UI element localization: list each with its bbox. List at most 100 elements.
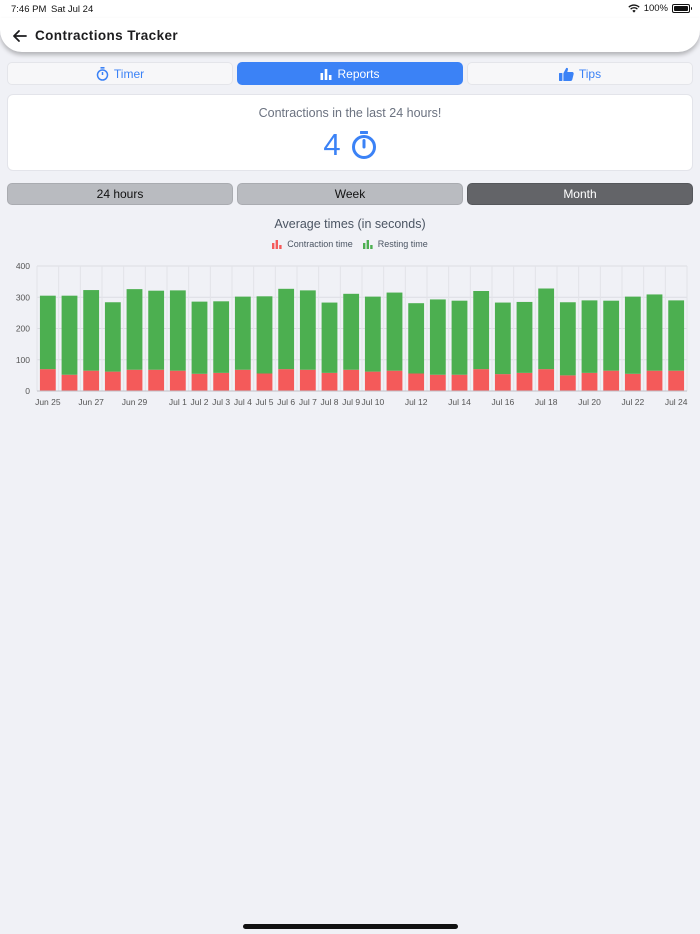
bar-contraction-jul-15: [473, 369, 490, 391]
bar-resting-jul-6: [278, 288, 295, 370]
bar-chart-icon: [362, 239, 373, 249]
bar-contraction-jul-4: [234, 369, 251, 391]
contraction-count: 4: [323, 127, 341, 162]
status-time: 7:46 PM: [11, 4, 47, 15]
bar-contraction-jul-24: [668, 370, 685, 391]
x-tick-label: Jul 24: [665, 397, 688, 407]
bar-resting-jun-30: [148, 290, 165, 370]
bar-contraction-jul-3: [213, 372, 230, 391]
bar-contraction-jul-5: [256, 373, 273, 391]
bar-resting-jul-19: [559, 302, 576, 376]
bar-resting-jul-8: [321, 302, 338, 373]
y-tick-label: 400: [16, 261, 30, 271]
bar-resting-jul-12: [408, 303, 425, 374]
summary-card: Contractions in the last 24 hours! 4: [7, 94, 693, 171]
battery-icon: [672, 4, 692, 13]
bar-contraction-jun-26: [61, 374, 78, 391]
y-tick-label: 100: [16, 355, 30, 365]
bar-contraction-jun-25: [39, 369, 56, 391]
legend-item-contraction[interactable]: Contraction time: [272, 239, 353, 249]
y-tick-label: 300: [16, 292, 30, 302]
bar-contraction-jul-1: [169, 370, 186, 391]
bar-contraction-jul-14: [451, 374, 468, 391]
bar-resting-jul-1: [169, 290, 186, 371]
bar-contraction-jul-21: [603, 370, 620, 391]
x-tick-label: Jul 16: [491, 397, 514, 407]
bar-resting-jun-26: [61, 295, 78, 375]
bar-resting-jun-25: [39, 295, 56, 370]
period-24-hours-button[interactable]: 24 hours: [7, 183, 233, 205]
x-tick-label: Jul 10: [361, 397, 384, 407]
bar-contraction-jul-17: [516, 372, 533, 391]
bar-contraction-jul-12: [408, 373, 425, 391]
status-right: 100%: [628, 3, 692, 14]
legend-label-contraction: Contraction time: [287, 239, 353, 249]
bar-resting-jul-2: [191, 301, 208, 374]
bar-contraction-jun-28: [104, 371, 121, 391]
tab-reports-label: Reports: [337, 66, 380, 81]
tab-tips-label: Tips: [578, 66, 602, 81]
x-tick-label: Jul 14: [448, 397, 471, 407]
bar-resting-jul-11: [386, 292, 403, 371]
chart-legend: Contraction time Resting time: [0, 239, 700, 249]
stopwatch-icon: [96, 66, 109, 81]
bar-contraction-jun-27: [83, 370, 100, 391]
period-month-button[interactable]: Month: [467, 183, 693, 205]
bar-resting-jul-23: [646, 294, 663, 371]
x-tick-label: Jul 6: [277, 397, 295, 407]
x-tick-label: Jul 2: [191, 397, 209, 407]
tab-timer[interactable]: Timer: [7, 62, 233, 85]
x-tick-label: Jul 3: [212, 397, 230, 407]
bar-contraction-jul-11: [386, 370, 403, 391]
tab-bar: Timer Reports Tips: [7, 62, 693, 85]
bar-resting-jul-3: [213, 301, 230, 373]
x-tick-label: Jul 1: [169, 397, 187, 407]
bar-resting-jul-22: [624, 296, 641, 374]
bar-contraction-jul-22: [624, 373, 641, 391]
tab-reports[interactable]: Reports: [237, 62, 463, 85]
bar-contraction-jun-30: [148, 369, 165, 391]
tab-timer-label: Timer: [113, 66, 145, 81]
x-tick-label: Jun 29: [122, 397, 148, 407]
bar-contraction-jul-16: [494, 374, 511, 391]
tab-tips[interactable]: Tips: [467, 62, 693, 85]
bar-resting-jul-9: [343, 293, 360, 370]
bar-resting-jul-15: [473, 291, 490, 370]
summary-heading: Contractions in the last 24 hours!: [258, 106, 442, 120]
bar-resting-jun-27: [83, 290, 100, 371]
bar-contraction-jun-29: [126, 369, 143, 391]
bar-contraction-jul-8: [321, 372, 338, 391]
y-tick-label: 200: [16, 324, 30, 334]
wifi-icon: [628, 4, 640, 13]
bar-resting-jul-21: [603, 300, 620, 371]
x-tick-label: Jun 25: [35, 397, 61, 407]
bar-resting-jul-10: [364, 296, 381, 372]
bar-resting-jul-16: [494, 302, 511, 375]
bar-contraction-jul-2: [191, 373, 208, 391]
stacked-bar-chart: 0 100 200 300 400 Jun 25 Jun 27 Jun 29 Jul 1 Jul …: [16, 261, 688, 407]
x-tick-label: Jul 22: [621, 397, 644, 407]
status-bar: 7:46 PM Sat Jul 24 100%: [0, 0, 700, 18]
x-tick-label: Jul 7: [299, 397, 317, 407]
bar-resting-jul-4: [234, 296, 251, 370]
app-bar: Contractions Tracker: [0, 18, 700, 52]
bar-contraction-jul-23: [646, 370, 663, 391]
bar-resting-jul-14: [451, 300, 468, 375]
stopwatch-icon: [351, 131, 376, 159]
bar-contraction-jul-13: [429, 374, 446, 391]
legend-item-resting[interactable]: Resting time: [362, 239, 428, 249]
bar-contraction-jul-10: [364, 371, 381, 391]
bar-contraction-jul-9: [343, 369, 360, 391]
chart-title: Average times (in seconds): [274, 217, 426, 231]
bar-resting-jul-13: [429, 299, 446, 375]
bar-chart-icon: [320, 68, 332, 80]
back-arrow-icon[interactable]: [9, 25, 31, 47]
x-tick-label: Jul 5: [256, 397, 274, 407]
period-week-button[interactable]: Week: [237, 183, 463, 205]
bar-contraction-jul-20: [581, 372, 598, 391]
home-indicator[interactable]: [243, 924, 458, 929]
bar-contraction-jul-18: [538, 369, 555, 391]
x-tick-label: Jun 27: [78, 397, 104, 407]
bar-resting-jul-7: [299, 290, 316, 370]
battery-percent: 100%: [643, 3, 668, 14]
